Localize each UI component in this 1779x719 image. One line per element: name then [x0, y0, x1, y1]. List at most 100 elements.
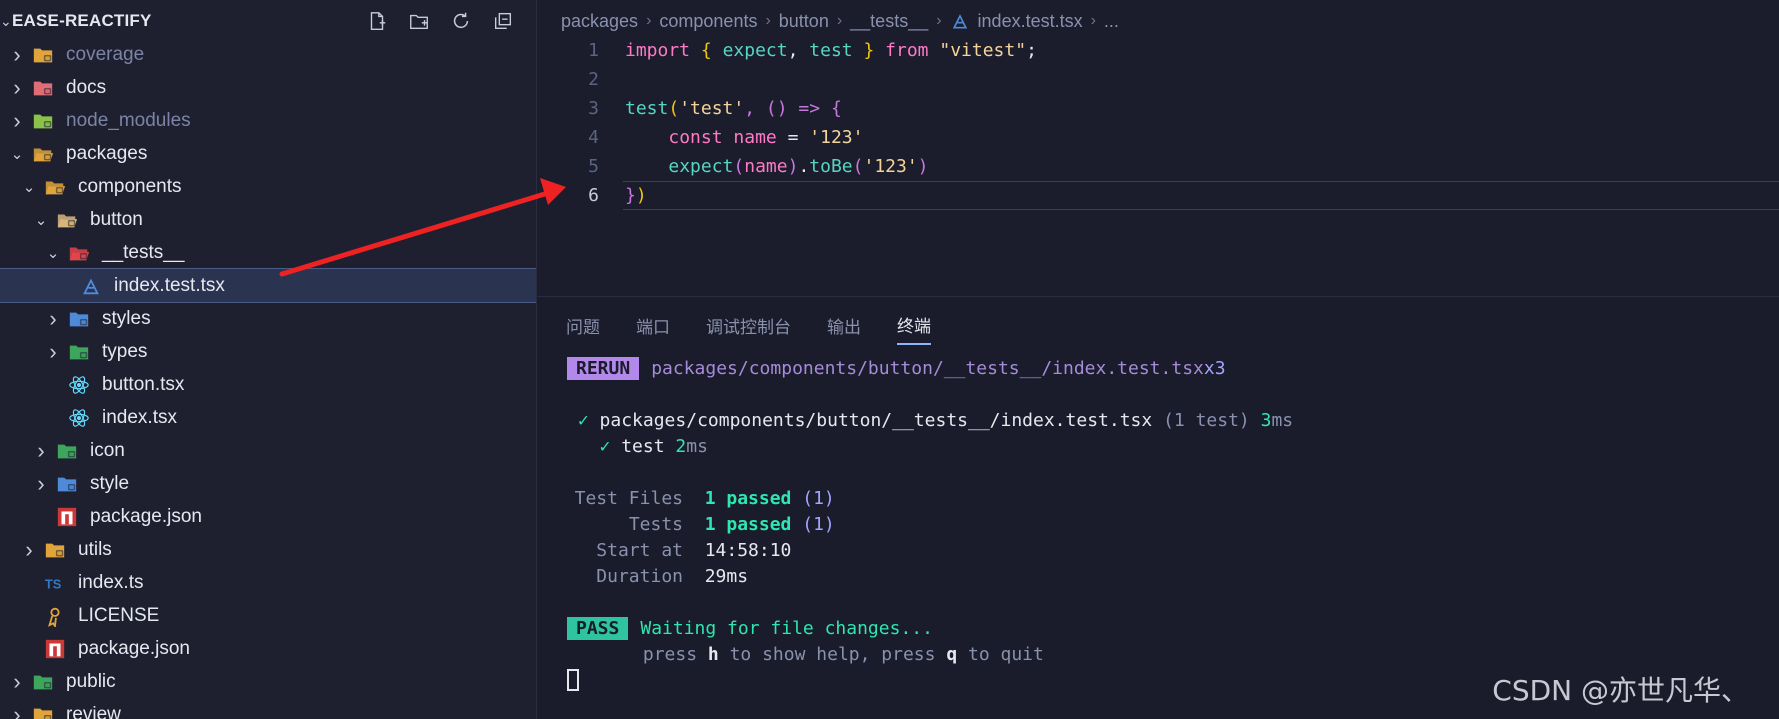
tree-item-utils[interactable]: › utils: [0, 533, 536, 566]
tree-item-styles[interactable]: › styles: [0, 302, 536, 335]
test-name: test: [621, 435, 665, 457]
chevron-right-icon[interactable]: ›: [42, 306, 64, 331]
chevron-right-icon[interactable]: ›: [42, 339, 64, 364]
tree-item-icon[interactable]: › icon: [0, 434, 536, 467]
chevron-right-icon[interactable]: ›: [6, 108, 28, 133]
tree-item-packages[interactable]: ⌄ packages: [0, 137, 536, 170]
refresh-icon[interactable]: [448, 8, 474, 34]
tree-item-label: public: [66, 670, 116, 692]
chevron-down-icon[interactable]: ⌄: [18, 176, 40, 198]
tree-item-tests[interactable]: ⌄ __tests__: [0, 236, 536, 269]
terminal-line: ✓ packages/components/button/__tests__/i…: [567, 407, 1779, 433]
chevron-right-icon: ›: [646, 12, 652, 29]
breadcrumb-item[interactable]: __tests__: [850, 11, 928, 32]
tree-item-button[interactable]: ⌄ button: [0, 203, 536, 236]
tree-item-index-tsx[interactable]: index.tsx: [0, 401, 536, 434]
tree-item-docs[interactable]: › docs: [0, 71, 536, 104]
tab-problems[interactable]: 问题: [566, 307, 600, 344]
summary-row: Test Files 1 passed (1): [567, 485, 1779, 511]
explorer-header[interactable]: ⌄ EASE-REACTIFY: [0, 0, 536, 42]
new-folder-icon[interactable]: [406, 8, 432, 34]
terminal-output[interactable]: RERUN packages/components/button/__tests_…: [567, 355, 1779, 693]
new-file-icon[interactable]: [364, 8, 390, 34]
breadcrumb-item[interactable]: index.test.tsx: [978, 11, 1083, 32]
code-token: =: [776, 127, 810, 148]
code-line-active[interactable]: 6 }): [537, 181, 1779, 210]
summary-row: Tests 1 passed (1): [567, 511, 1779, 537]
tree-item-style[interactable]: › style: [0, 467, 536, 500]
breadcrumb-item[interactable]: button: [779, 11, 829, 32]
tree-item-label: index.tsx: [102, 406, 177, 428]
tree-item-label: package.json: [78, 637, 190, 659]
chevron-right-icon[interactable]: ›: [6, 42, 28, 67]
tree-item-node-modules[interactable]: › node_modules: [0, 104, 536, 137]
chevron-right-icon[interactable]: ›: [30, 471, 52, 496]
rerun-path: packages/components/button/__tests__/ind…: [651, 357, 1204, 379]
folder-types-icon: [68, 341, 90, 363]
breadcrumb-item[interactable]: components: [659, 11, 757, 32]
chevron-down-icon[interactable]: ⌄: [30, 209, 52, 231]
tree-item-package-json[interactable]: package.json: [0, 500, 536, 533]
chevron-right-icon[interactable]: ›: [18, 537, 40, 562]
file-time-unit: ms: [1271, 409, 1294, 431]
tree-item-label: LICENSE: [78, 604, 160, 626]
code-token: "vitest": [939, 40, 1027, 61]
explorer-actions: [364, 8, 516, 34]
code-token: name: [744, 156, 788, 177]
summary-label: Duration: [596, 565, 683, 587]
tree-item-label: icon: [90, 439, 125, 461]
tree-item-coverage[interactable]: › coverage: [0, 38, 536, 71]
chevron-down-icon[interactable]: ⌄: [42, 242, 64, 264]
tree-item-types[interactable]: › types: [0, 335, 536, 368]
folder-node-icon: [32, 110, 54, 132]
code-line[interactable]: 2: [537, 65, 1779, 94]
code-token: ;: [1026, 40, 1037, 61]
chevron-right-icon[interactable]: ›: [6, 75, 28, 100]
code-line[interactable]: 4 const name = '123': [537, 123, 1779, 152]
chevron-right-icon[interactable]: ›: [6, 669, 28, 694]
terminal-cursor[interactable]: [567, 669, 579, 691]
code-line[interactable]: 3 test('test', () => {: [537, 94, 1779, 123]
tree-item-components[interactable]: ⌄ components: [0, 170, 536, 203]
tree-item-label: style: [90, 472, 130, 494]
chevron-down-icon[interactable]: ⌄: [0, 13, 12, 30]
chevron-down-icon[interactable]: ⌄: [6, 143, 28, 165]
tab-terminal[interactable]: 终端: [897, 306, 931, 345]
npm-icon: [56, 506, 78, 528]
code-token: }: [625, 185, 636, 206]
tab-ports[interactable]: 端口: [636, 307, 670, 344]
collapse-all-icon[interactable]: [490, 8, 516, 34]
tree-item-index-ts[interactable]: TS index.ts: [0, 566, 536, 599]
line-number: 5: [588, 156, 599, 177]
summary-row: Duration 29ms: [567, 563, 1779, 589]
breadcrumb-item[interactable]: packages: [561, 11, 638, 32]
code-line[interactable]: 5 expect(name).toBe('123'): [537, 152, 1779, 181]
terminal-line: press h to show help, press q to quit: [567, 641, 1779, 667]
tree-item-license[interactable]: LICENSE: [0, 599, 536, 632]
summary-value: 14:58:10: [704, 539, 792, 561]
chevron-right-icon[interactable]: ›: [30, 438, 52, 463]
code-token: test: [809, 40, 853, 61]
breadcrumb-item[interactable]: ...: [1104, 11, 1119, 32]
tree-item-button-tsx[interactable]: button.tsx: [0, 368, 536, 401]
svg-text:TS: TS: [45, 576, 62, 591]
summary-label: Start at: [596, 539, 683, 561]
code-line[interactable]: 1 import { expect, test } from "vitest";: [537, 36, 1779, 65]
folder-components-open-icon: [44, 176, 66, 198]
tree-item-index-test-tsx[interactable]: index.test.tsx: [0, 268, 536, 303]
code-token: , () =>: [744, 98, 831, 119]
tree-item-package-json[interactable]: package.json: [0, 632, 536, 665]
tab-debug-console[interactable]: 调试控制台: [706, 307, 791, 344]
chevron-right-icon: ›: [765, 12, 771, 29]
terminal-blank: [567, 459, 1779, 485]
chevron-right-icon[interactable]: ›: [6, 702, 28, 719]
code-editor[interactable]: 1 import { expect, test } from "vitest";…: [537, 36, 1779, 210]
tree-item-review[interactable]: › review: [0, 698, 536, 719]
folder-packages-open-icon: [32, 143, 54, 165]
tab-output[interactable]: 输出: [827, 307, 861, 344]
code-token: name: [733, 127, 777, 148]
hint-text: press: [642, 643, 708, 665]
tree-item-public[interactable]: › public: [0, 665, 536, 698]
react-icon: [68, 374, 90, 396]
terminal-blank: [567, 589, 1779, 615]
